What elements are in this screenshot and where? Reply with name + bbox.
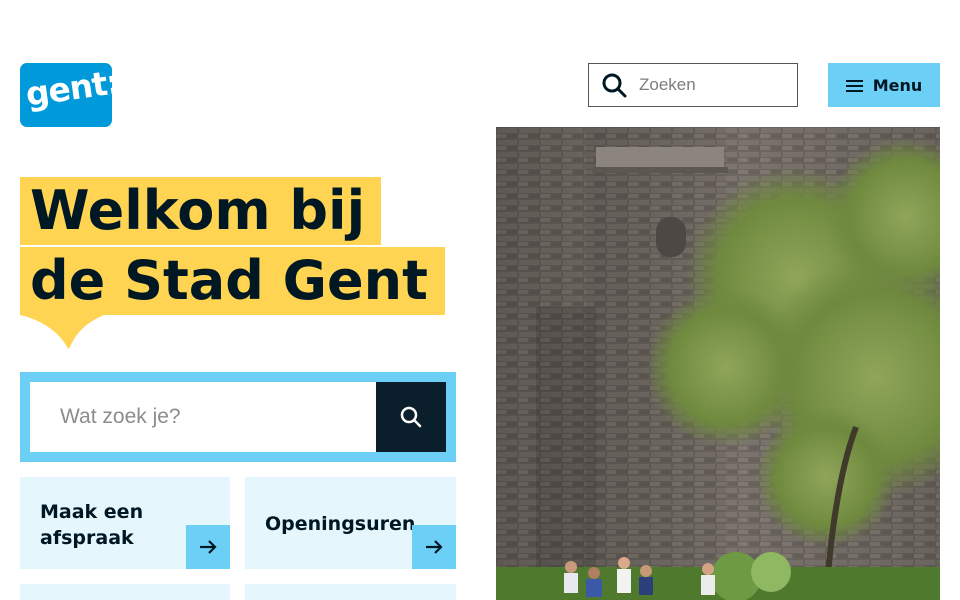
menu-button[interactable]: Menu xyxy=(828,63,940,107)
tile-label: Openingsuren xyxy=(265,513,416,535)
header-search-input[interactable] xyxy=(639,65,789,105)
page-title-line-2: de Stad Gent xyxy=(20,247,445,315)
search-icon xyxy=(400,406,422,428)
gent-logo[interactable]: gent: xyxy=(20,62,121,127)
main-search xyxy=(20,372,456,462)
arrow-right-icon[interactable] xyxy=(186,525,230,569)
speech-bubble-tail xyxy=(20,315,104,349)
hero-photo xyxy=(496,127,940,600)
search-icon[interactable] xyxy=(589,64,639,106)
main-search-button[interactable] xyxy=(376,382,446,452)
tile-label: Maak een afspraak xyxy=(40,501,144,549)
menu-label: Menu xyxy=(872,75,923,95)
tile-maak-een-afspraak[interactable]: Maak een afspraak xyxy=(20,477,230,569)
header-search[interactable] xyxy=(588,63,798,107)
tile-partial-1[interactable] xyxy=(20,584,230,600)
tile-openingsuren[interactable]: Openingsuren xyxy=(245,477,456,569)
hamburger-icon xyxy=(845,79,863,92)
main-search-input[interactable] xyxy=(30,382,376,452)
tile-partial-2[interactable] xyxy=(245,584,456,600)
page-title-line-1: Welkom bij xyxy=(20,177,381,245)
logo-text: gent: xyxy=(23,62,122,114)
arrow-right-icon[interactable] xyxy=(412,525,456,569)
